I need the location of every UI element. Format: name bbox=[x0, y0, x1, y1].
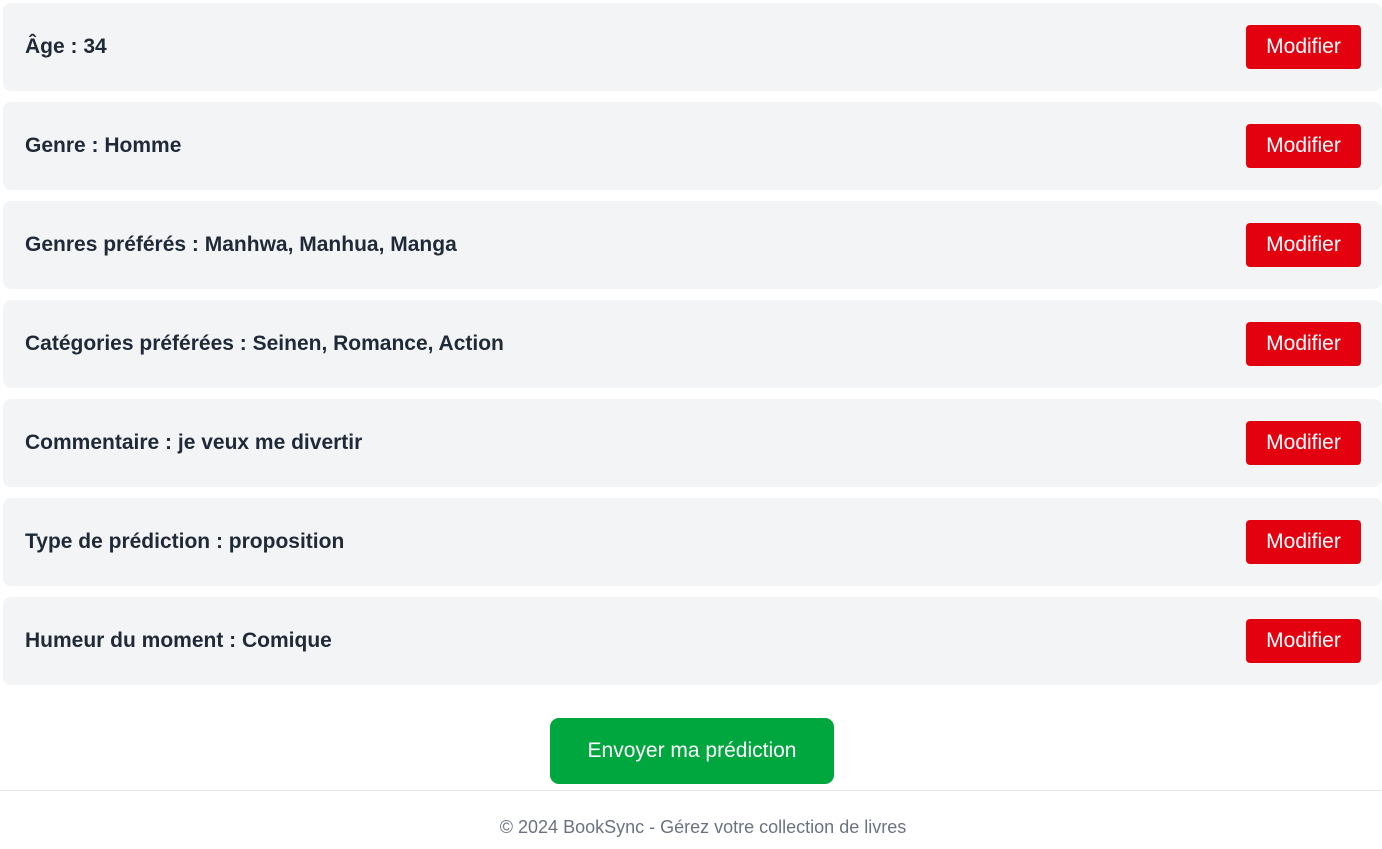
comment-value: Commentaire : je veux me divertir bbox=[25, 431, 363, 454]
edit-gender-button[interactable]: Modifier bbox=[1246, 124, 1361, 168]
gender-value: Genre : Homme bbox=[25, 134, 182, 157]
edit-age-button[interactable]: Modifier bbox=[1246, 25, 1361, 69]
page-footer: © 2024 BookSync - Gérez votre collection… bbox=[0, 790, 1382, 849]
summary-row-gender: Genre : Homme Modifier bbox=[3, 102, 1382, 190]
edit-preferred-genres-button[interactable]: Modifier bbox=[1246, 223, 1361, 267]
submit-area: Envoyer ma prédiction bbox=[0, 718, 1382, 784]
edit-prediction-type-button[interactable]: Modifier bbox=[1246, 520, 1361, 564]
summary-row-preferred-genres: Genres préférés : Manhwa, Manhua, Manga … bbox=[3, 201, 1382, 289]
send-prediction-button[interactable]: Envoyer ma prédiction bbox=[550, 718, 834, 784]
summary-row-prediction-type: Type de prédiction : proposition Modifie… bbox=[3, 498, 1382, 586]
edit-preferred-categories-button[interactable]: Modifier bbox=[1246, 322, 1361, 366]
age-value: Âge : 34 bbox=[25, 35, 107, 58]
summary-row-mood: Humeur du moment : Comique Modifier bbox=[3, 597, 1382, 685]
summary-row-comment: Commentaire : je veux me divertir Modifi… bbox=[3, 399, 1382, 487]
edit-comment-button[interactable]: Modifier bbox=[1246, 421, 1361, 465]
prediction-type-value: Type de prédiction : proposition bbox=[25, 530, 345, 553]
preferred-categories-value: Catégories préférées : Seinen, Romance, … bbox=[25, 332, 504, 355]
preferred-genres-value: Genres préférés : Manhwa, Manhua, Manga bbox=[25, 233, 457, 256]
footer-copyright: © 2024 BookSync - Gérez votre collection… bbox=[499, 816, 907, 837]
summary-row-age: Âge : 34 Modifier bbox=[3, 3, 1382, 91]
edit-mood-button[interactable]: Modifier bbox=[1246, 619, 1361, 663]
prediction-summary-list: Âge : 34 Modifier Genre : Homme Modifier… bbox=[3, 3, 1382, 696]
summary-row-preferred-categories: Catégories préférées : Seinen, Romance, … bbox=[3, 300, 1382, 388]
mood-value: Humeur du moment : Comique bbox=[25, 629, 332, 652]
